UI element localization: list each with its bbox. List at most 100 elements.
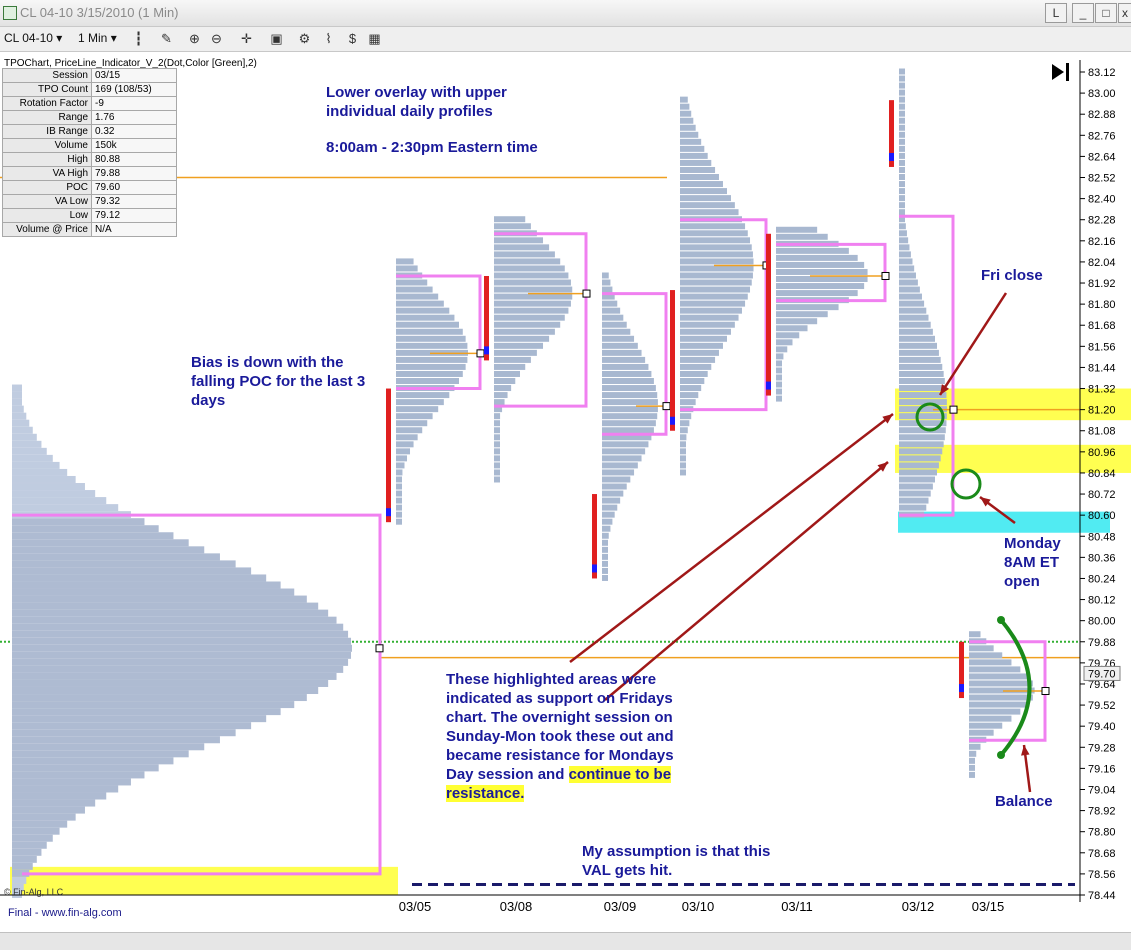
tpo-row xyxy=(602,413,658,420)
stats-row: IB Range 0.32 xyxy=(2,124,177,139)
axis-tick-label: 81.44 xyxy=(1088,362,1116,374)
tpo-row xyxy=(899,103,905,110)
balance-curve xyxy=(999,618,1032,757)
composite-tpo-row xyxy=(12,722,252,730)
axis-tick-label: 79.88 xyxy=(1088,637,1116,649)
tpo-row xyxy=(494,363,526,370)
balance-curve-end xyxy=(997,751,1005,759)
composite-tpo-row xyxy=(12,440,42,448)
minimize-button[interactable]: _ xyxy=(1072,3,1094,23)
tpo-row xyxy=(776,276,868,283)
composite-tpo-row xyxy=(12,461,60,469)
highlighted-areas-note: These highlighted areas were indicated a… xyxy=(446,670,696,803)
tpo-row xyxy=(680,237,751,244)
tpo-row xyxy=(602,279,611,286)
stats-row: High 80.88 xyxy=(2,152,177,167)
composite-tpo-row xyxy=(12,708,281,716)
tpo-row xyxy=(776,374,782,381)
tpo-row xyxy=(602,427,654,434)
tpo-row xyxy=(680,370,708,377)
maximize-button[interactable]: □ xyxy=(1095,3,1117,23)
composite-tpo-row xyxy=(12,630,349,638)
tpo-row xyxy=(396,342,468,349)
tpo-row xyxy=(396,300,444,307)
current-price-label: 79.70 xyxy=(1088,668,1116,680)
tpo-row xyxy=(396,420,428,427)
money-icon[interactable]: $ xyxy=(344,30,361,47)
tpo-row xyxy=(680,272,753,279)
tpo-row xyxy=(899,441,944,448)
tpo-row xyxy=(899,462,939,469)
stats-row: Range 1.76 xyxy=(2,110,177,125)
link-button[interactable]: L xyxy=(1045,3,1067,23)
tpo-row xyxy=(680,469,686,476)
tpo-row xyxy=(494,293,573,300)
zoom-in-icon[interactable]: ⊕ xyxy=(186,30,203,47)
bar-chart-icon[interactable]: ┇ xyxy=(130,30,147,47)
tpo-row xyxy=(899,356,941,363)
date-tick-label: 03/12 xyxy=(902,899,935,914)
close-button[interactable]: x xyxy=(1118,3,1131,23)
date-tick-label: 03/15 xyxy=(972,899,1005,914)
chart-settings-icon[interactable]: ⌇ xyxy=(320,30,337,47)
tpo-row xyxy=(494,328,555,335)
ib-bar xyxy=(766,233,771,396)
daily-profile xyxy=(386,258,485,525)
annotation-arrow xyxy=(938,292,1008,396)
stats-value: 03/15 xyxy=(91,68,177,83)
tpo-row xyxy=(899,342,938,349)
composite-tpo-row xyxy=(12,729,236,737)
tpo-row xyxy=(776,339,793,346)
tpo-row xyxy=(899,476,935,483)
zoom-out-icon[interactable]: ⊖ xyxy=(208,30,225,47)
tpo-row xyxy=(899,321,931,328)
composite-tpo-row xyxy=(12,876,27,884)
composite-tpo-row xyxy=(12,834,53,842)
tpo-row xyxy=(602,349,642,356)
tpo-row xyxy=(602,363,649,370)
tpo-row xyxy=(899,138,905,145)
tpo-row xyxy=(602,546,608,553)
tpo-row xyxy=(899,413,947,420)
layout-icon[interactable]: ▣ xyxy=(268,30,285,47)
tpo-row xyxy=(680,441,686,448)
composite-tpo-row xyxy=(12,405,24,413)
go-to-end-icon[interactable] xyxy=(1052,63,1069,81)
tpo-row xyxy=(602,476,631,483)
interval-selector[interactable]: 1 Min ▾ xyxy=(78,30,117,47)
brand-link[interactable]: Final - www.fin-alg.com xyxy=(8,907,122,919)
composite-tpo-row xyxy=(12,483,85,491)
crosshair-icon[interactable]: ✛ xyxy=(238,30,255,47)
tpo-row xyxy=(969,729,994,736)
tpo-row xyxy=(494,356,531,363)
composite-tpo-row xyxy=(12,701,295,709)
pen-icon[interactable]: ✎ xyxy=(158,30,175,47)
composite-tpo-row xyxy=(12,581,281,589)
symbol-selector[interactable]: CL 04-10 ▾ xyxy=(4,30,62,47)
tpo-row xyxy=(602,441,649,448)
tpo-row xyxy=(680,321,735,328)
tpo-row xyxy=(680,195,731,202)
composite-tpo-row xyxy=(12,736,220,744)
tpo-row xyxy=(602,490,624,497)
axis-tick-label: 80.36 xyxy=(1088,552,1116,564)
tpo-row xyxy=(899,363,943,370)
axis-tick-label: 81.68 xyxy=(1088,320,1116,332)
tpo-row xyxy=(396,286,433,293)
tpo-row xyxy=(602,272,609,279)
tpo-row xyxy=(602,574,608,581)
fri-close-note: Fri close xyxy=(981,267,1043,284)
grid-icon[interactable]: ▦ xyxy=(366,30,383,47)
properties-icon[interactable]: ⚙ xyxy=(296,30,313,47)
open-marker xyxy=(766,381,771,390)
tpo-row xyxy=(899,483,933,490)
tpo-row xyxy=(602,321,627,328)
tpo-row xyxy=(680,434,687,441)
bias-note: Bias is down with the falling POC for th… xyxy=(191,354,366,409)
stats-label: IB Range xyxy=(2,124,92,139)
open-marker xyxy=(592,564,597,573)
tpo-row xyxy=(899,230,907,237)
tpo-row xyxy=(899,131,905,138)
tpo-row xyxy=(680,342,723,349)
composite-tpo-row xyxy=(12,820,68,828)
